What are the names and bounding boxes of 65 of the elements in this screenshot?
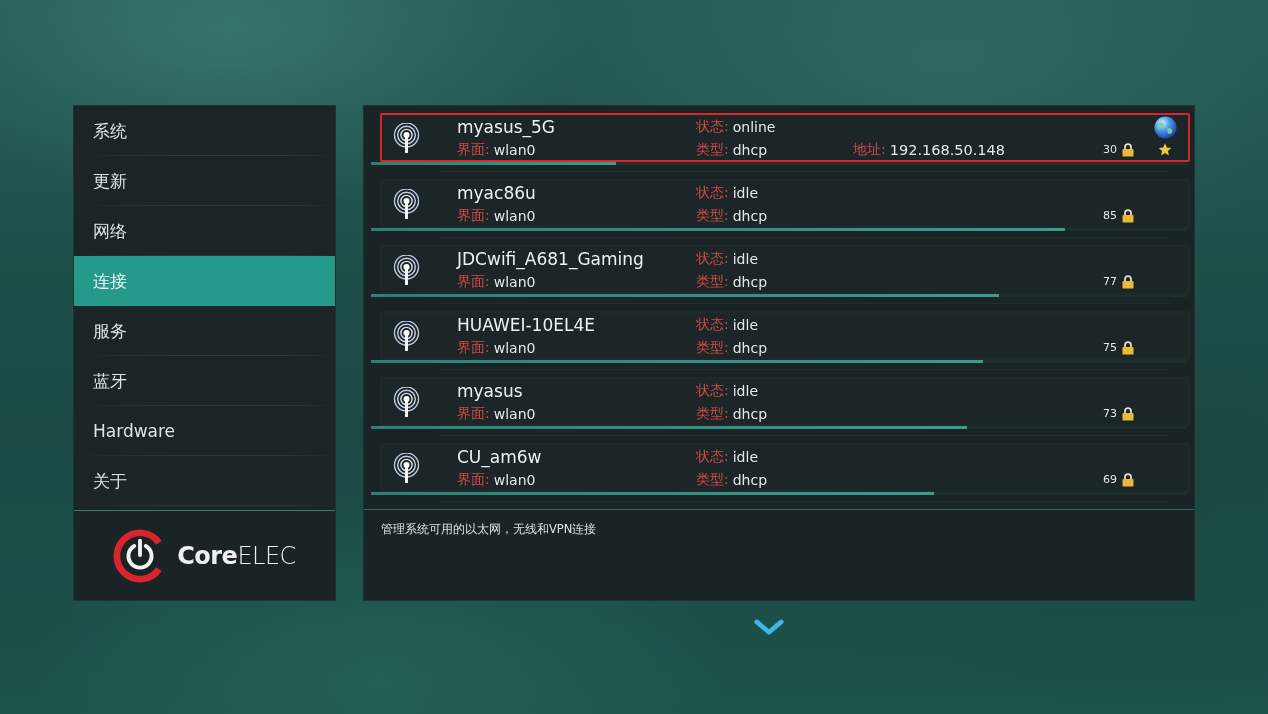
network-name: HUAWEI-10EL4E — [457, 315, 596, 335]
field-value: idle — [732, 251, 758, 267]
network-item[interactable]: CU_am6w 界面: wlan0 状态: idle 类型: dhcp 69 — [380, 443, 1190, 492]
chevron-down-icon[interactable] — [754, 619, 784, 636]
field-label: 类型: — [696, 404, 729, 423]
field-label: 类型: — [696, 206, 729, 225]
field-value: dhcp — [732, 405, 768, 422]
field-label: 类型: — [696, 470, 729, 489]
field-value: dhcp — [732, 207, 768, 224]
field-value: idle — [732, 383, 758, 399]
signal-strength: 85 — [1103, 209, 1117, 222]
signal-strength: 30 — [1103, 143, 1117, 156]
signal-strength: 75 — [1103, 341, 1117, 354]
signal-strength: 77 — [1103, 275, 1117, 288]
signal-strength: 69 — [1103, 473, 1117, 486]
network-name: JDCwifi_A681_Gaming — [457, 249, 644, 269]
field-value: idle — [732, 449, 758, 465]
field-label: 界面: — [457, 272, 490, 291]
field-label: 类型: — [696, 140, 729, 159]
field-value: online — [732, 119, 776, 135]
brand-name: CoreELEC — [177, 541, 296, 570]
wireless-antenna-icon — [393, 320, 420, 351]
field-label: 类型: — [696, 272, 729, 291]
signal-strength: 73 — [1103, 407, 1117, 420]
field-value: dhcp — [732, 141, 768, 158]
field-value: dhcp — [732, 471, 768, 488]
field-label: 状态: — [696, 448, 729, 466]
network-item[interactable]: HUAWEI-10EL4E 界面: wlan0 状态: idle 类型: dhcp 75 — [380, 311, 1190, 360]
field-label: 界面: — [457, 470, 490, 489]
network-item[interactable]: myasus_5G 界面: wlan0 状态: online 类型: dhcp 地址: 192.168.50.148 30 — [380, 113, 1190, 162]
field-label: 地址: — [853, 140, 886, 159]
field-label: 状态: — [696, 250, 729, 268]
network-name: myasus — [457, 381, 523, 401]
network-item[interactable]: myac86u 界面: wlan0 状态: idle 类型: dhcp 85 — [380, 179, 1190, 228]
field-value: wlan0 — [493, 273, 536, 290]
field-value: dhcp — [732, 273, 768, 290]
wireless-antenna-icon — [393, 122, 420, 153]
field-label: 状态: — [696, 118, 729, 136]
wireless-antenna-icon — [393, 386, 420, 417]
network-name: myasus_5G — [457, 117, 555, 137]
description-text: 管理系统可用的以太网，无线和VPN连接 — [381, 522, 597, 536]
network-item[interactable]: JDCwifi_A681_Gaming 界面: wlan0 状态: idle 类型: dhcp 77 — [380, 245, 1190, 294]
field-label: 界面: — [457, 206, 490, 225]
network-name: myac86u — [457, 183, 536, 203]
field-value: wlan0 — [493, 339, 536, 356]
network-item[interactable]: myasus 界面: wlan0 状态: idle 类型: dhcp 73 — [380, 377, 1190, 426]
field-value: idle — [732, 317, 758, 333]
network-name: CU_am6w — [457, 447, 542, 467]
field-label: 类型: — [696, 338, 729, 357]
field-value: wlan0 — [493, 141, 536, 158]
field-label: 状态: — [696, 184, 729, 202]
field-label: 界面: — [457, 404, 490, 423]
field-value: wlan0 — [493, 207, 536, 224]
wireless-antenna-icon — [393, 254, 420, 285]
field-value: wlan0 — [493, 471, 536, 488]
field-value: 192.168.50.148 — [889, 141, 1006, 158]
wireless-antenna-icon — [393, 452, 420, 483]
wireless-antenna-icon — [393, 188, 420, 219]
field-label: 界面: — [457, 140, 490, 159]
field-label: 界面: — [457, 338, 490, 357]
field-value: dhcp — [732, 339, 768, 356]
field-label: 状态: — [696, 316, 729, 334]
field-value: idle — [732, 185, 758, 201]
field-label: 状态: — [696, 382, 729, 400]
field-value: wlan0 — [493, 405, 536, 422]
